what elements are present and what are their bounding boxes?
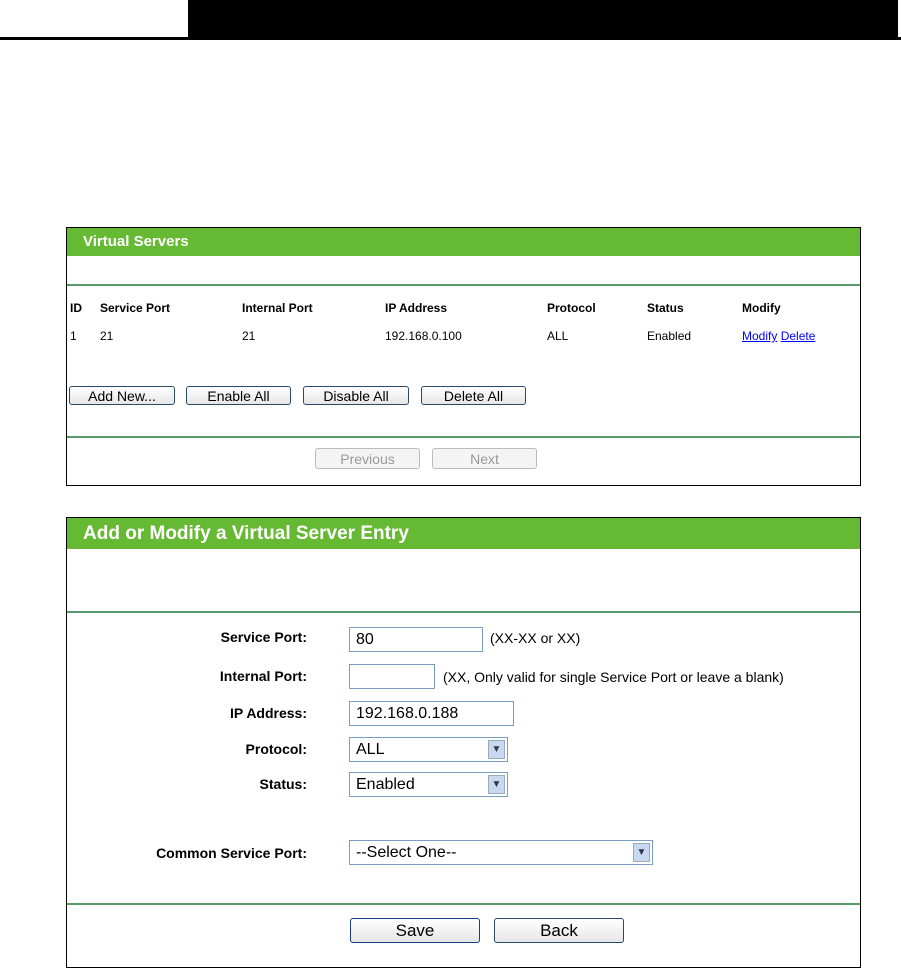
panel-title: Add or Modify a Virtual Server Entry: [67, 518, 860, 549]
col-protocol: Protocol: [547, 301, 596, 315]
cell-id: 1: [70, 329, 77, 343]
internal-port-label: Internal Port:: [219, 668, 307, 684]
common-service-port-value: --Select One--: [356, 844, 457, 861]
chevron-down-icon: ▼: [488, 775, 505, 794]
internal-port-hint: (XX, Only valid for single Service Port …: [443, 669, 784, 685]
status-label: Status:: [259, 776, 307, 792]
col-status: Status: [647, 301, 684, 315]
cell-service-port: 21: [100, 329, 114, 343]
cell-protocol: ALL: [547, 329, 569, 343]
col-ip-address: IP Address: [385, 301, 448, 315]
divider: [67, 903, 860, 905]
divider: [67, 611, 860, 613]
back-button[interactable]: Back: [494, 918, 624, 943]
cell-ip: 192.168.0.100: [385, 329, 462, 343]
chevron-down-icon: ▼: [633, 843, 650, 862]
add-new-button[interactable]: Add New...: [69, 386, 175, 405]
ip-address-input[interactable]: 192.168.0.188: [349, 701, 514, 726]
delete-all-button[interactable]: Delete All: [421, 386, 526, 405]
col-service-port: Service Port: [100, 301, 171, 315]
common-service-port-label: Common Service Port:: [156, 845, 307, 861]
service-port-label: Service Port:: [220, 629, 307, 645]
panel-title: Virtual Servers: [67, 228, 860, 256]
protocol-value: ALL: [356, 741, 385, 758]
col-internal-port: Internal Port: [242, 301, 313, 315]
col-id: ID: [70, 301, 82, 315]
cell-internal-port: 21: [242, 329, 256, 343]
chevron-down-icon: ▼: [488, 740, 505, 759]
internal-port-input[interactable]: [349, 664, 435, 689]
ip-address-label: IP Address:: [229, 705, 307, 721]
protocol-select[interactable]: ALL ▼: [349, 737, 508, 762]
status-value: Enabled: [356, 776, 415, 793]
previous-button[interactable]: Previous: [315, 448, 420, 469]
common-service-port-select[interactable]: --Select One-- ▼: [349, 840, 653, 865]
header-bar: [188, 0, 898, 37]
divider: [67, 284, 860, 286]
next-button[interactable]: Next: [432, 448, 537, 469]
modify-link[interactable]: Modify: [742, 329, 777, 343]
save-button[interactable]: Save: [350, 918, 480, 943]
service-port-hint: (XX-XX or XX): [490, 630, 581, 646]
entry-panel: Add or Modify a Virtual Server Entry Ser…: [66, 517, 861, 968]
status-select[interactable]: Enabled ▼: [349, 772, 508, 797]
header-divider: [0, 37, 901, 40]
divider: [67, 436, 860, 438]
service-port-input[interactable]: 80: [349, 627, 483, 652]
cell-status: Enabled: [647, 329, 692, 343]
disable-all-button[interactable]: Disable All: [303, 386, 409, 405]
enable-all-button[interactable]: Enable All: [186, 386, 291, 405]
protocol-label: Protocol:: [245, 741, 307, 757]
delete-link[interactable]: Delete: [781, 329, 816, 343]
col-modify: Modify: [742, 301, 781, 315]
virtual-servers-panel: Virtual Servers ID Service Port Internal…: [66, 227, 861, 486]
